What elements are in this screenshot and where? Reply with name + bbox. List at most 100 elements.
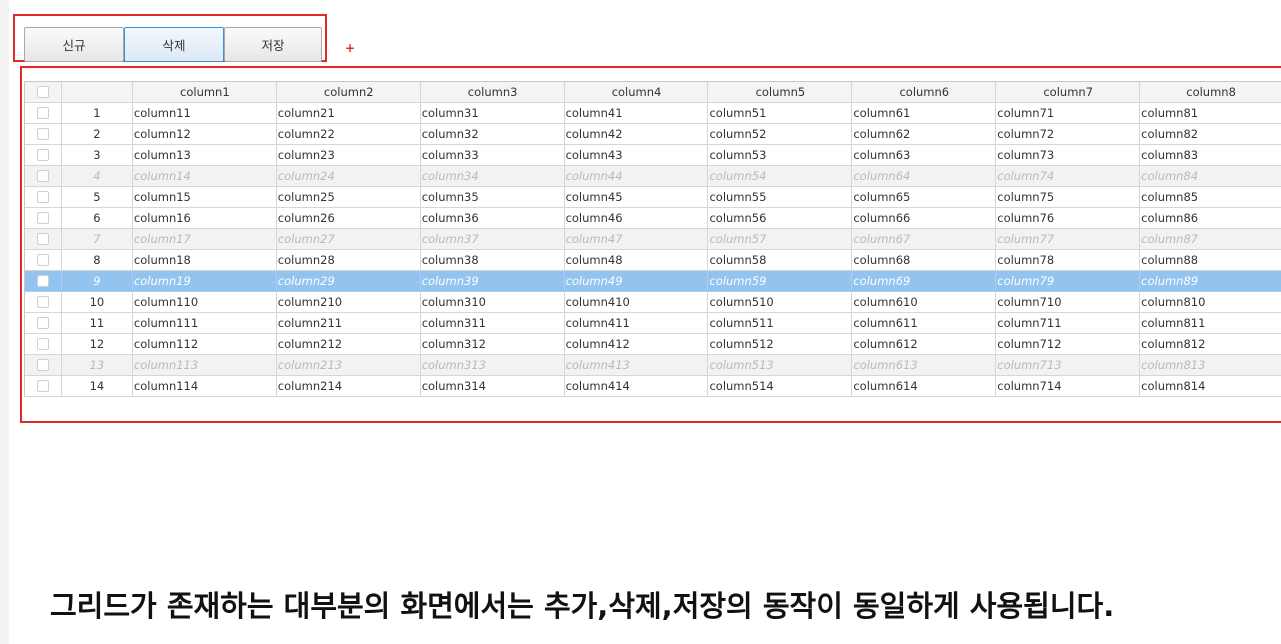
- grid-cell-column4[interactable]: column410: [564, 292, 709, 313]
- grid-cell-column3[interactable]: column36: [420, 208, 565, 229]
- checkbox-icon[interactable]: [36, 296, 49, 308]
- row-checkbox-cell[interactable]: [25, 187, 62, 208]
- grid-cell-column2[interactable]: column29: [276, 271, 421, 292]
- grid-cell-column3[interactable]: column33: [420, 145, 565, 166]
- grid-cell-column5[interactable]: column512: [708, 334, 853, 355]
- grid-cell-column6[interactable]: column610: [852, 292, 997, 313]
- row-checkbox-cell[interactable]: [25, 208, 62, 229]
- grid-cell-column6[interactable]: column614: [852, 376, 997, 397]
- grid-cell-column8[interactable]: column82: [1140, 124, 1281, 145]
- grid-cell-column7[interactable]: column76: [996, 208, 1141, 229]
- grid-cell-column2[interactable]: column212: [276, 334, 421, 355]
- grid-cell-column2[interactable]: column214: [276, 376, 421, 397]
- grid-cell-column5[interactable]: column57: [708, 229, 853, 250]
- grid-cell-column5[interactable]: column511: [708, 313, 853, 334]
- grid-cell-column4[interactable]: column42: [564, 124, 709, 145]
- grid-cell-column1[interactable]: column113: [132, 355, 277, 376]
- grid-cell-column1[interactable]: column13: [132, 145, 277, 166]
- grid-cell-column8[interactable]: column85: [1140, 187, 1281, 208]
- grid-cell-column1[interactable]: column112: [132, 334, 277, 355]
- grid-cell-column6[interactable]: column611: [852, 313, 997, 334]
- grid-cell-column2[interactable]: column27: [276, 229, 421, 250]
- grid-cell-column2[interactable]: column213: [276, 355, 421, 376]
- grid-cell-column8[interactable]: column810: [1140, 292, 1281, 313]
- grid-cell-column7[interactable]: column75: [996, 187, 1141, 208]
- row-checkbox-cell[interactable]: [25, 376, 62, 397]
- grid-cell-column2[interactable]: column23: [276, 145, 421, 166]
- grid-cell-column3[interactable]: column311: [420, 313, 565, 334]
- grid-cell-column1[interactable]: column11: [132, 103, 277, 124]
- grid-cell-column6[interactable]: column66: [852, 208, 997, 229]
- grid-cell-column4[interactable]: column46: [564, 208, 709, 229]
- grid-cell-column8[interactable]: column811: [1140, 313, 1281, 334]
- grid-cell-column1[interactable]: column111: [132, 313, 277, 334]
- grid-cell-column3[interactable]: column38: [420, 250, 565, 271]
- grid-cell-column3[interactable]: column313: [420, 355, 565, 376]
- grid-cell-column2[interactable]: column22: [276, 124, 421, 145]
- table-row[interactable]: 9 column19 column29 column39 column49 column5…: [25, 271, 1281, 292]
- header-column3[interactable]: column3: [420, 82, 565, 103]
- grid-cell-column5[interactable]: column510: [708, 292, 853, 313]
- checkbox-icon[interactable]: [36, 212, 49, 224]
- grid-cell-column6[interactable]: column65: [852, 187, 997, 208]
- grid-cell-column8[interactable]: column89: [1140, 271, 1281, 292]
- grid-cell-column4[interactable]: column48: [564, 250, 709, 271]
- grid-cell-column1[interactable]: column17: [132, 229, 277, 250]
- table-row[interactable]: 6 column16 column26 column36 column46 column5…: [25, 208, 1281, 229]
- row-checkbox-cell[interactable]: [25, 355, 62, 376]
- grid-cell-column7[interactable]: column714: [996, 376, 1141, 397]
- grid-cell-column8[interactable]: column88: [1140, 250, 1281, 271]
- table-row[interactable]: 12 column112 column212 column312 column412 co…: [25, 334, 1281, 355]
- grid-cell-column3[interactable]: column35: [420, 187, 565, 208]
- grid-cell-column3[interactable]: column39: [420, 271, 565, 292]
- grid-cell-column6[interactable]: column68: [852, 250, 997, 271]
- header-column1[interactable]: column1: [132, 82, 277, 103]
- grid-cell-column2[interactable]: column28: [276, 250, 421, 271]
- row-checkbox-cell[interactable]: [25, 145, 62, 166]
- header-select-all-checkbox[interactable]: [25, 82, 62, 103]
- grid-cell-column8[interactable]: column87: [1140, 229, 1281, 250]
- row-checkbox-cell[interactable]: [25, 124, 62, 145]
- grid-cell-column8[interactable]: column84: [1140, 166, 1281, 187]
- grid-cell-column7[interactable]: column71: [996, 103, 1141, 124]
- table-row[interactable]: 5 column15 column25 column35 column45 column5…: [25, 187, 1281, 208]
- grid-cell-column6[interactable]: column67: [852, 229, 997, 250]
- grid-cell-column8[interactable]: column812: [1140, 334, 1281, 355]
- row-checkbox-cell[interactable]: [25, 271, 62, 292]
- grid-cell-column4[interactable]: column43: [564, 145, 709, 166]
- table-row[interactable]: 8 column18 column28 column38 column48 column5…: [25, 250, 1281, 271]
- grid-cell-column8[interactable]: column813: [1140, 355, 1281, 376]
- grid-cell-column5[interactable]: column54: [708, 166, 853, 187]
- data-grid[interactable]: column1 column2 column3 column4 column5 …: [24, 81, 1281, 397]
- grid-cell-column3[interactable]: column32: [420, 124, 565, 145]
- grid-cell-column7[interactable]: column72: [996, 124, 1141, 145]
- grid-cell-column6[interactable]: column69: [852, 271, 997, 292]
- checkbox-icon[interactable]: [36, 359, 49, 371]
- grid-cell-column5[interactable]: column52: [708, 124, 853, 145]
- checkbox-icon[interactable]: [36, 149, 49, 161]
- save-button[interactable]: 저장: [224, 27, 322, 62]
- row-checkbox-cell[interactable]: [25, 313, 62, 334]
- grid-cell-column4[interactable]: column413: [564, 355, 709, 376]
- table-row[interactable]: 7 column17 column27 column37 column47 column5…: [25, 229, 1281, 250]
- grid-cell-column1[interactable]: column14: [132, 166, 277, 187]
- row-checkbox-cell[interactable]: [25, 292, 62, 313]
- checkbox-icon[interactable]: [36, 380, 49, 392]
- grid-cell-column1[interactable]: column15: [132, 187, 277, 208]
- grid-cell-column5[interactable]: column53: [708, 145, 853, 166]
- grid-cell-column1[interactable]: column12: [132, 124, 277, 145]
- grid-cell-column2[interactable]: column24: [276, 166, 421, 187]
- header-column2[interactable]: column2: [276, 82, 421, 103]
- grid-cell-column2[interactable]: column210: [276, 292, 421, 313]
- grid-cell-column4[interactable]: column45: [564, 187, 709, 208]
- row-checkbox-cell[interactable]: [25, 103, 62, 124]
- grid-cell-column4[interactable]: column412: [564, 334, 709, 355]
- grid-cell-column8[interactable]: column86: [1140, 208, 1281, 229]
- checkbox-icon[interactable]: [36, 170, 49, 182]
- header-column5[interactable]: column5: [708, 82, 853, 103]
- new-button[interactable]: 신규: [24, 27, 124, 62]
- grid-cell-column7[interactable]: column713: [996, 355, 1141, 376]
- table-row[interactable]: 4 column14 column24 column34 column44 column5…: [25, 166, 1281, 187]
- grid-cell-column7[interactable]: column78: [996, 250, 1141, 271]
- grid-cell-column4[interactable]: column41: [564, 103, 709, 124]
